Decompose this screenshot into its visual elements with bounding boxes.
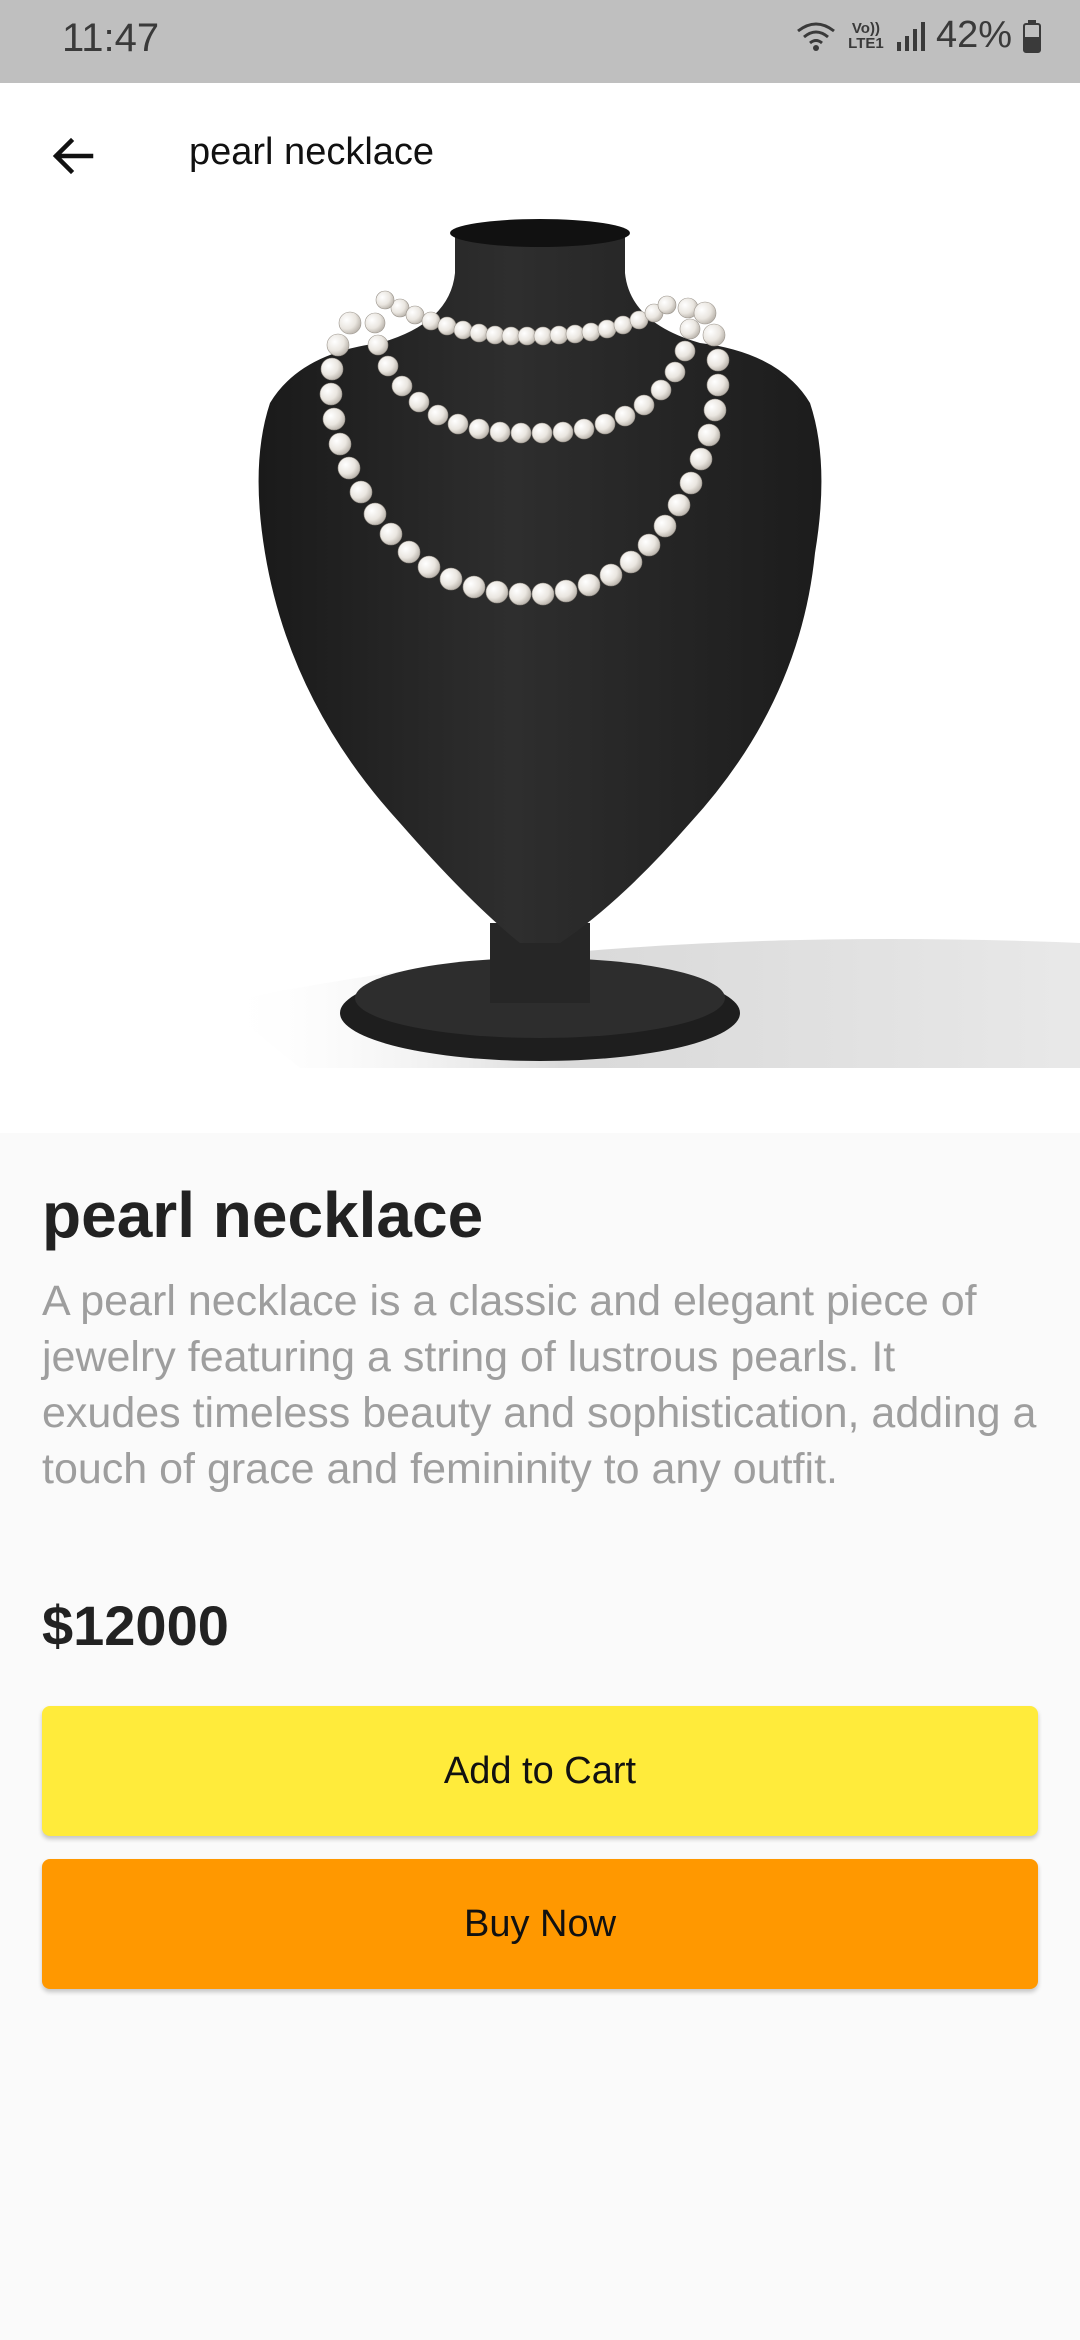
wifi-icon (797, 22, 835, 51)
status-time: 11:47 (62, 16, 160, 60)
product-title: pearl necklace (42, 1179, 484, 1251)
lte-icon: Vo)) LTE1 (848, 19, 884, 52)
app-bar-title: pearl necklace (189, 131, 435, 173)
buy-now-button[interactable]: Buy Now (42, 1859, 1038, 1989)
app-bar: pearl necklace (0, 83, 1080, 228)
status-bar: 11:47 Vo)) LTE1 42% (0, 0, 1080, 83)
signal-icon (896, 21, 925, 51)
status-icons: Vo)) LTE1 42% (796, 14, 1042, 57)
necklace-bust-image (220, 219, 1080, 1068)
product-price: $12000 (42, 1594, 229, 1657)
product-image-area (0, 83, 1080, 1133)
arrow-left-icon (52, 137, 94, 175)
battery-percent: 42% (935, 14, 1012, 56)
battery-icon (1023, 19, 1041, 53)
back-button[interactable] (40, 123, 106, 189)
add-to-cart-button[interactable]: Add to Cart (42, 1706, 1038, 1836)
product-description: A pearl necklace is a classic and elegan… (42, 1277, 1037, 1493)
